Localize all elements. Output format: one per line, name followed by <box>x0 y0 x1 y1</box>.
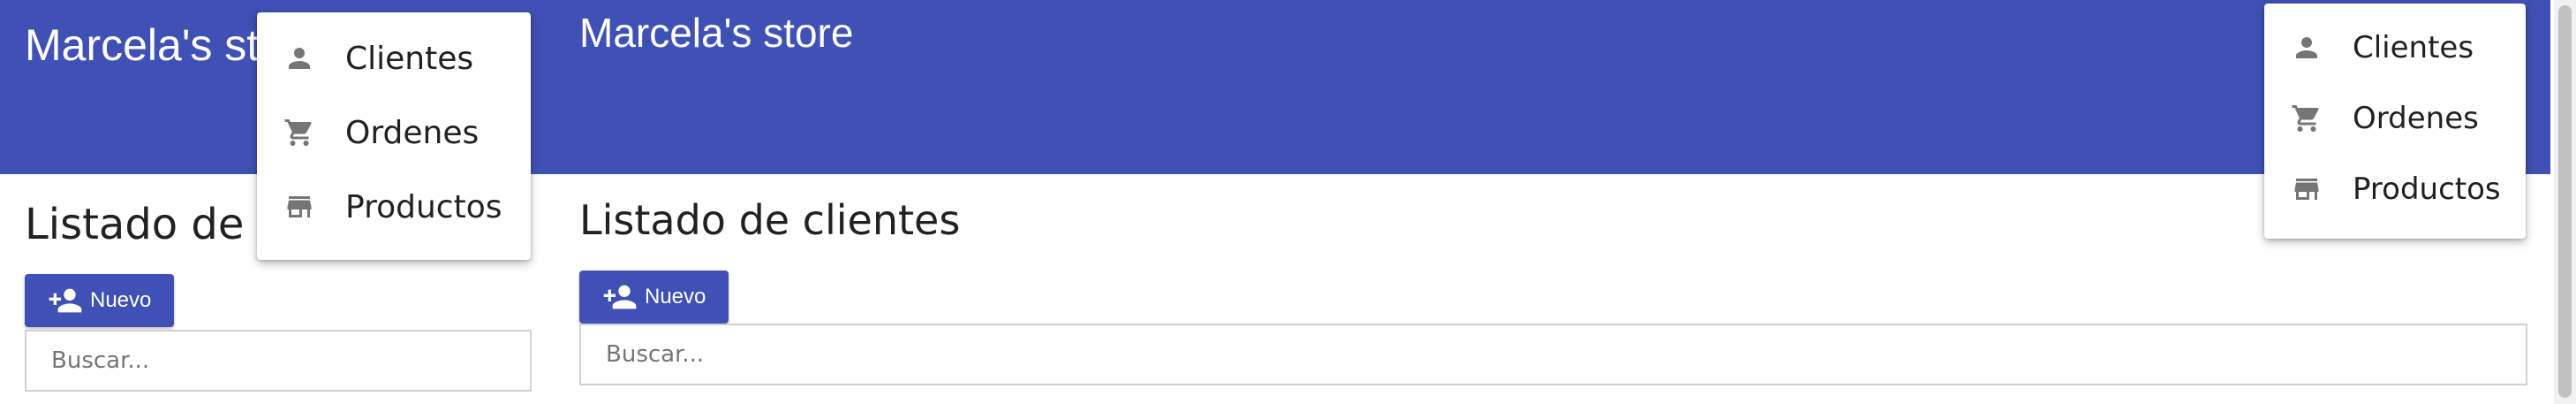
narrow-view-pane: Marcela's store Listado de clientes Nuev… <box>0 0 556 404</box>
search-input[interactable] <box>25 330 532 392</box>
menu-item-ordenes[interactable]: Ordenes <box>257 95 531 170</box>
wide-view-pane: Marcela's store Listado de clientes Nuev… <box>556 0 2550 404</box>
shopping-cart-icon <box>2291 103 2323 134</box>
app-header: Marcela's store <box>556 0 2550 174</box>
menu-item-label: Ordenes <box>345 114 480 151</box>
menu-item-productos[interactable]: Productos <box>257 170 531 244</box>
menu-item-clientes[interactable]: Clientes <box>257 21 531 95</box>
menu-item-label: Ordenes <box>2353 101 2479 136</box>
new-client-button[interactable]: Nuevo <box>579 271 729 324</box>
vertical-scrollbar[interactable] <box>2554 0 2576 404</box>
store-icon <box>283 191 315 223</box>
menu-item-clientes[interactable]: Clientes <box>2264 12 2526 83</box>
scrollbar-thumb[interactable] <box>2558 5 2572 398</box>
menu-item-label: Productos <box>345 188 502 225</box>
store-icon <box>2291 173 2323 205</box>
person-icon <box>283 42 315 74</box>
shopping-cart-icon <box>283 117 315 149</box>
page-title: Listado de clientes <box>579 196 961 244</box>
new-button-label: Nuevo <box>90 288 152 312</box>
new-client-button[interactable]: Nuevo <box>25 274 175 327</box>
menu-item-label: Clientes <box>2353 30 2474 65</box>
new-button-label: Nuevo <box>645 285 706 309</box>
person-add-icon <box>49 288 82 313</box>
nav-menu: Clientes Ordenes Productos <box>2264 4 2526 239</box>
menu-item-ordenes[interactable]: Ordenes <box>2264 83 2526 154</box>
menu-item-label: Clientes <box>345 40 474 77</box>
store-title: Marcela's store <box>579 10 854 56</box>
menu-item-productos[interactable]: Productos <box>2264 154 2526 225</box>
person-add-icon <box>603 285 637 309</box>
search-input[interactable] <box>579 324 2527 385</box>
menu-item-label: Productos <box>2353 172 2501 207</box>
person-icon <box>2291 32 2323 64</box>
nav-menu: Clientes Ordenes Productos <box>257 12 531 260</box>
